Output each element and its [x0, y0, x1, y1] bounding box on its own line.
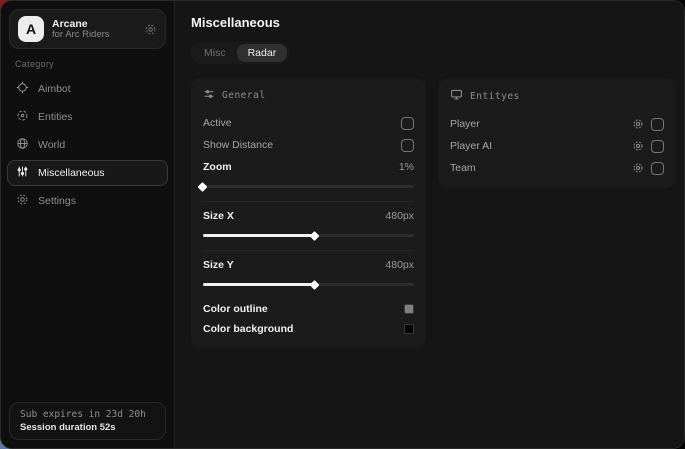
team-label: Team [450, 162, 476, 174]
general-panel: General Active Show Distance Zoom 1% [191, 78, 426, 348]
gear-icon [16, 193, 29, 209]
color-background-row: Color background [203, 319, 414, 339]
entities-panel: Entityes Player [438, 78, 676, 188]
team-gear-icon[interactable] [632, 162, 644, 174]
tab-radar[interactable]: Radar [237, 44, 288, 62]
crosshair-icon [16, 81, 29, 97]
brand-card: A Arcane for Arc Riders [9, 9, 166, 49]
size-x-label: Size X [203, 210, 234, 222]
team-checkbox[interactable] [651, 162, 664, 175]
size-x-slider[interactable] [203, 234, 414, 237]
size-y-value: 480px [385, 259, 414, 271]
show-distance-label: Show Distance [203, 139, 273, 151]
sidebar-item-label: Settings [38, 195, 76, 207]
settings-gear-icon[interactable] [144, 23, 157, 36]
globe-icon [16, 137, 29, 153]
zoom-slider-thumb[interactable] [198, 182, 208, 192]
color-background-label: Color background [203, 323, 293, 335]
sidebar-item-miscellaneous[interactable]: Miscellaneous [7, 160, 168, 186]
subscription-status-card: Sub expires in 23d 20h Session duration … [9, 402, 166, 440]
tab-misc[interactable]: Misc [193, 44, 237, 62]
sliders-icon [16, 165, 29, 181]
page-title: Miscellaneous [191, 15, 676, 30]
sidebar-item-aimbot[interactable]: Aimbot [7, 75, 168, 103]
sidebar-item-label: World [38, 139, 65, 151]
app-window: A Arcane for Arc Riders Category [0, 0, 685, 449]
active-checkbox[interactable] [401, 117, 414, 130]
category-label: Category [15, 59, 174, 69]
player-row: Player [450, 113, 664, 135]
player-label: Player [450, 118, 480, 130]
player-ai-gear-icon[interactable] [632, 140, 644, 152]
size-y-block: Size Y 480px [203, 254, 414, 299]
monitor-icon [450, 88, 463, 104]
screen: A Arcane for Arc Riders Category [0, 0, 685, 449]
app-subtitle: for Arc Riders [52, 30, 136, 41]
panel-title: General [222, 90, 266, 101]
team-row: Team [450, 157, 664, 179]
zoom-slider[interactable] [203, 185, 414, 188]
sidebar-item-entities[interactable]: Entities [7, 103, 168, 131]
player-ai-label: Player AI [450, 140, 492, 152]
sidebar-item-label: Aimbot [38, 83, 71, 95]
size-x-slider-thumb[interactable] [309, 231, 319, 241]
sidebar-nav: Aimbot Entities Wo [1, 75, 174, 215]
color-outline-row: Color outline [203, 299, 414, 319]
player-ai-row: Player AI [450, 135, 664, 157]
show-distance-checkbox[interactable] [401, 139, 414, 152]
sidebar-item-settings[interactable]: Settings [7, 187, 168, 215]
session-duration-text: Session duration 52s [20, 422, 155, 433]
size-y-slider[interactable] [203, 283, 414, 286]
tab-group: Misc Radar [191, 42, 289, 64]
sub-expiry-text: Sub expires in 23d 20h [20, 409, 155, 420]
app-title: Arcane [52, 18, 136, 30]
zoom-block: Zoom 1% [203, 156, 414, 202]
size-x-block: Size X 480px [203, 205, 414, 251]
active-label: Active [203, 117, 232, 129]
player-ai-checkbox[interactable] [651, 140, 664, 153]
size-y-label: Size Y [203, 259, 234, 271]
size-y-slider-thumb[interactable] [309, 280, 319, 290]
sidebar-item-label: Miscellaneous [38, 167, 105, 179]
active-row: Active [203, 112, 414, 134]
sidebar: A Arcane for Arc Riders Category [1, 1, 175, 448]
panel-title: Entityes [470, 91, 520, 102]
sidebar-item-world[interactable]: World [7, 131, 168, 159]
color-outline-swatch[interactable] [404, 304, 414, 314]
main-content: Miscellaneous Misc Radar Gene [175, 1, 685, 448]
player-checkbox[interactable] [651, 118, 664, 131]
color-outline-label: Color outline [203, 303, 268, 315]
zoom-label: Zoom [203, 161, 232, 173]
color-background-swatch[interactable] [404, 324, 414, 334]
show-distance-row: Show Distance [203, 134, 414, 156]
zoom-value: 1% [399, 161, 414, 173]
sliders-small-icon [203, 88, 215, 103]
app-logo: A [18, 16, 44, 42]
player-gear-icon[interactable] [632, 118, 644, 130]
panels-row: General Active Show Distance Zoom 1% [191, 78, 676, 348]
sidebar-item-label: Entities [38, 111, 72, 123]
entities-icon [16, 109, 29, 125]
size-x-value: 480px [385, 210, 414, 222]
